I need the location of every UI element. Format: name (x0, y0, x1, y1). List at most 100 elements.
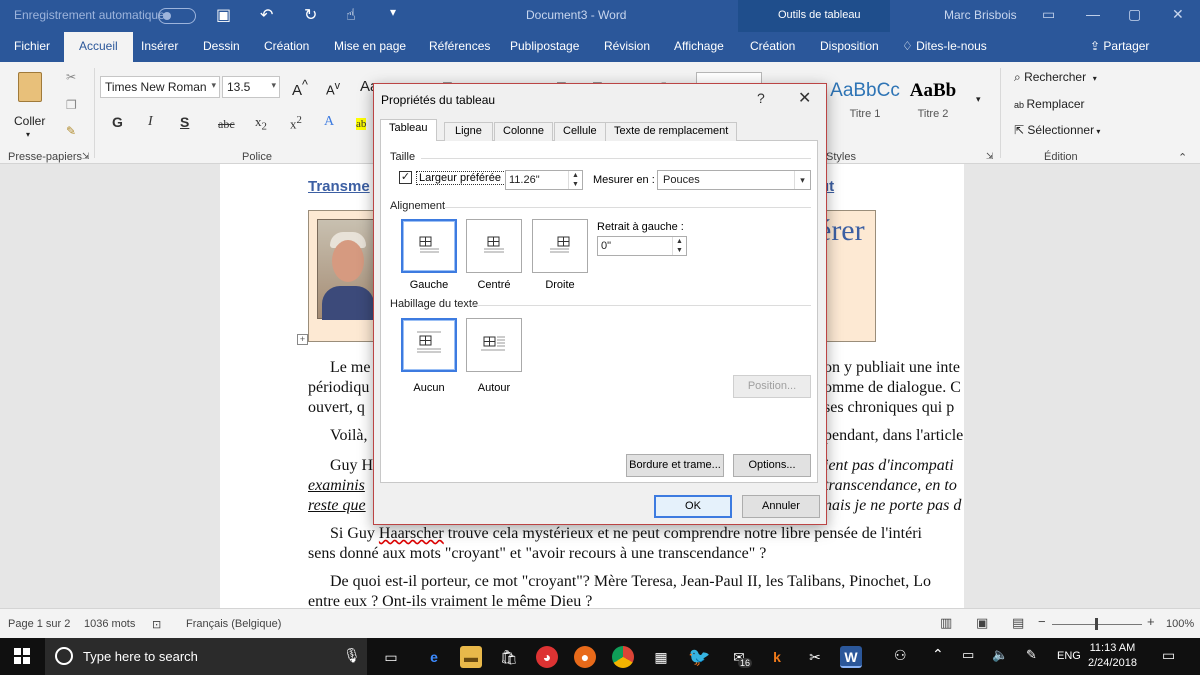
spinner-arrows-icon[interactable]: ▲ ▼ (672, 237, 686, 255)
clipboard-launcher-icon[interactable]: ⇲ (82, 151, 90, 162)
tell-me-box[interactable]: ♢ Dites-le-nous (902, 39, 987, 53)
strikethrough-icon[interactable]: abc (218, 117, 235, 132)
options-button[interactable]: Options... (733, 454, 811, 477)
twitter-icon[interactable]: 🐦 (688, 646, 710, 668)
dialog-close-icon[interactable]: ✕ (798, 88, 811, 108)
store-icon[interactable]: 🛍 (498, 646, 520, 668)
copy-icon[interactable]: ❐ (66, 98, 77, 112)
people-icon[interactable]: ⚇ (894, 647, 907, 664)
firefox-icon[interactable]: ● (574, 646, 596, 668)
ribbon-display-icon[interactable]: ▭ (1042, 6, 1055, 23)
volume-icon[interactable]: 🔈 (992, 647, 1008, 663)
maximize-icon[interactable]: ▢ (1128, 6, 1141, 23)
touch-mode-icon[interactable]: ☝ (346, 5, 356, 25)
autosave-toggle[interactable] (158, 8, 196, 24)
style-heading2-card[interactable]: AaBb Titre 2 (894, 76, 972, 132)
shrink-font-icon[interactable]: Av (326, 80, 340, 97)
find-button[interactable]: ⌕ Rechercher ▾ (1014, 70, 1097, 85)
table-move-handle-icon[interactable]: + (297, 334, 308, 345)
zoom-slider-thumb[interactable] (1095, 618, 1098, 630)
proofing-icon[interactable]: ⊡ (152, 618, 161, 631)
windows-start-icon[interactable] (14, 648, 30, 664)
k-app-icon[interactable]: k (766, 646, 788, 668)
superscript-icon[interactable]: x2 (290, 114, 302, 132)
font-size-box[interactable]: 13.5 ▾ (222, 76, 280, 98)
spinner-arrows-icon[interactable]: ▲ ▼ (568, 171, 582, 189)
italic-icon[interactable]: I (148, 114, 153, 130)
tab-table-design[interactable]: Création (750, 39, 795, 53)
undo-icon[interactable]: ↶ (260, 5, 273, 25)
show-hidden-icons-icon[interactable]: ⌃ (932, 646, 944, 663)
zoom-in-icon[interactable]: + (1147, 614, 1155, 629)
tab-draw[interactable]: Dessin (203, 39, 240, 53)
font-name-box[interactable]: Times New Roman ▾ (100, 76, 220, 98)
highlight-icon[interactable]: ab (356, 118, 367, 130)
document-link-title[interactable]: Transme (308, 178, 370, 195)
styles-more-icon[interactable]: ▾ (976, 94, 981, 105)
microphone-icon[interactable]: 🎙 (343, 647, 361, 664)
wrap-none-option[interactable] (401, 318, 457, 372)
taskbar-search[interactable]: Type here to search 🎙 (45, 638, 367, 675)
tab-mailings[interactable]: Publipostage (510, 39, 579, 53)
tab-table[interactable]: Tableau (380, 119, 437, 142)
calculator-icon[interactable]: ▦ (650, 646, 672, 668)
clock[interactable]: 11:13 AM 2/24/2018 (1088, 641, 1137, 671)
zoom-out-icon[interactable]: − (1038, 614, 1046, 629)
format-painter-icon[interactable]: ✎ (66, 124, 76, 138)
page-count[interactable]: Page 1 sur 2 (8, 618, 70, 630)
misspelled-word[interactable]: Haarscher (379, 525, 444, 542)
print-layout-icon[interactable]: ▣ (976, 615, 988, 631)
tab-alt-text[interactable]: Texte de remplacement (605, 122, 738, 141)
tab-table-layout[interactable]: Disposition (820, 39, 879, 53)
tab-references[interactable]: Références (429, 39, 490, 53)
pen-icon[interactable]: ✎ (1026, 647, 1037, 663)
preferred-width-label[interactable]: Largeur préférée : (416, 171, 511, 185)
style-heading1-card[interactable]: AaBbCc Titre 1 (826, 76, 904, 132)
borders-shading-button[interactable]: Bordure et trame... (626, 454, 724, 477)
paste-button[interactable]: Coller ▾ (12, 70, 48, 140)
word-taskbar-icon[interactable]: W (840, 646, 862, 668)
save-icon[interactable]: ▣ (216, 5, 231, 25)
position-button[interactable]: Position... (733, 375, 811, 398)
collapse-ribbon-icon[interactable]: ⌃ (1178, 151, 1187, 164)
grow-font-icon[interactable]: A^ (292, 78, 308, 99)
edge-icon[interactable]: e (423, 646, 445, 668)
tab-insert[interactable]: Insérer (141, 39, 178, 53)
help-button[interactable]: ? (757, 90, 765, 106)
customize-qat-icon[interactable]: ▾ (390, 5, 396, 19)
read-mode-icon[interactable]: ▥ (940, 615, 952, 631)
language-status[interactable]: Français (Belgique) (186, 618, 281, 630)
action-center-icon[interactable]: ▭ (1162, 647, 1175, 664)
tab-column[interactable]: Colonne (494, 122, 553, 141)
ok-button[interactable]: OK (654, 495, 732, 518)
tab-review[interactable]: Révision (604, 39, 650, 53)
tab-row[interactable]: Ligne (444, 122, 493, 141)
tab-file[interactable]: Fichier (14, 39, 50, 53)
replace-button[interactable]: ab Remplacer (1014, 97, 1085, 111)
text-effects-icon[interactable]: A (324, 114, 334, 130)
cancel-button[interactable]: Annuler (742, 495, 820, 518)
zoom-level[interactable]: 100% (1166, 618, 1194, 630)
wrap-around-option[interactable] (466, 318, 522, 372)
redo-icon[interactable]: ↻ (304, 5, 317, 25)
select-button[interactable]: ⇱ Sélectionner ▾ (1014, 123, 1100, 137)
tab-design[interactable]: Création (264, 39, 309, 53)
app-icon[interactable]: ◕ (536, 646, 558, 668)
align-center-option[interactable] (466, 219, 522, 273)
tab-cell[interactable]: Cellule (554, 122, 606, 141)
web-layout-icon[interactable]: ▤ (1012, 615, 1024, 631)
tab-layout[interactable]: Mise en page (334, 39, 406, 53)
measure-in-select[interactable]: Pouces ▾ (657, 170, 811, 190)
minimize-icon[interactable]: — (1086, 6, 1100, 22)
share-button[interactable]: ⇪ Partager (1090, 39, 1149, 53)
indent-spinner[interactable]: 0" ▲ ▼ (597, 236, 687, 256)
align-left-option[interactable] (401, 219, 457, 273)
chrome-icon[interactable] (612, 646, 634, 668)
underline-icon[interactable]: S (180, 114, 189, 130)
tab-home[interactable]: Accueil (64, 32, 133, 62)
styles-launcher-icon[interactable]: ⇲ (986, 151, 994, 162)
subscript-icon[interactable]: x2 (255, 114, 267, 133)
close-icon[interactable]: ✕ (1172, 6, 1184, 23)
file-explorer-icon[interactable]: ▬ (460, 646, 482, 668)
word-count[interactable]: 1036 mots (84, 618, 135, 630)
